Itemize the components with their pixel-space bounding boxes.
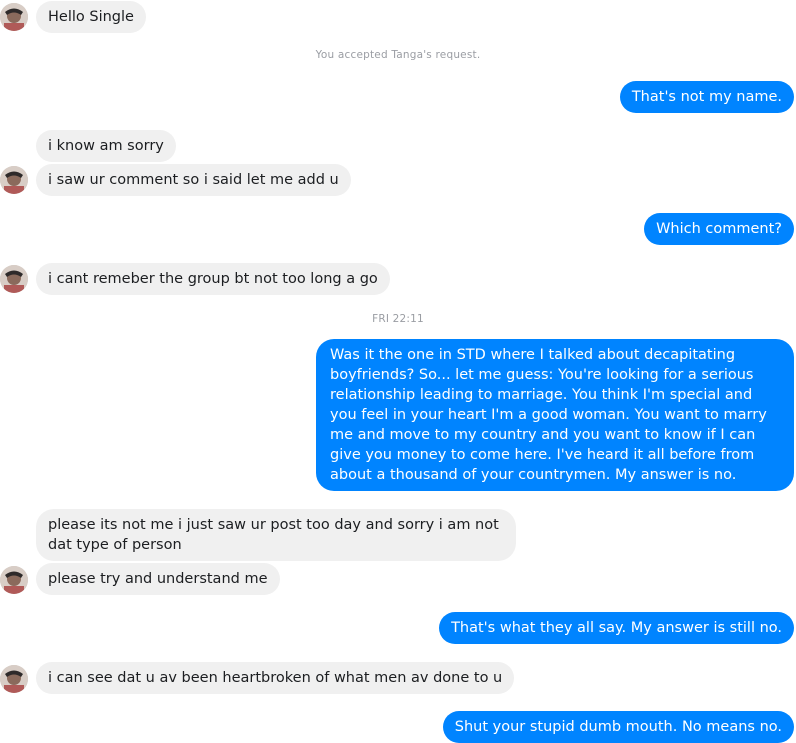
outgoing-message[interactable]: Was it the one in STD where I talked abo… [316, 339, 794, 491]
outgoing-message[interactable]: That's not my name. [619, 81, 794, 113]
outgoing-message[interactable]: Which comment? [644, 213, 794, 245]
outgoing-message[interactable]: Shut your stupid dumb mouth. No means no… [442, 711, 794, 743]
contact-avatar-icon[interactable] [0, 166, 28, 194]
outgoing-message[interactable]: That's what they all say. My answer is s… [439, 612, 794, 644]
timestamp: FRI 22:11 [372, 313, 424, 325]
incoming-message[interactable]: Hello Single [36, 1, 146, 33]
incoming-message[interactable]: i can see dat u av been heartbroken of w… [36, 662, 515, 694]
incoming-message[interactable]: i cant remeber the group bt not too long… [36, 263, 390, 295]
contact-avatar-icon[interactable] [0, 3, 28, 31]
contact-avatar-icon[interactable] [0, 665, 28, 693]
system-note: You accepted Tanga's request. [315, 49, 481, 61]
incoming-message[interactable]: please try and understand me [36, 563, 280, 595]
incoming-message[interactable]: i saw ur comment so i said let me add u [36, 164, 351, 196]
contact-avatar-icon[interactable] [0, 265, 28, 293]
incoming-message[interactable]: please its not me i just saw ur post too… [36, 509, 516, 561]
contact-avatar-icon[interactable] [0, 566, 28, 594]
incoming-message[interactable]: i know am sorry [36, 130, 176, 162]
